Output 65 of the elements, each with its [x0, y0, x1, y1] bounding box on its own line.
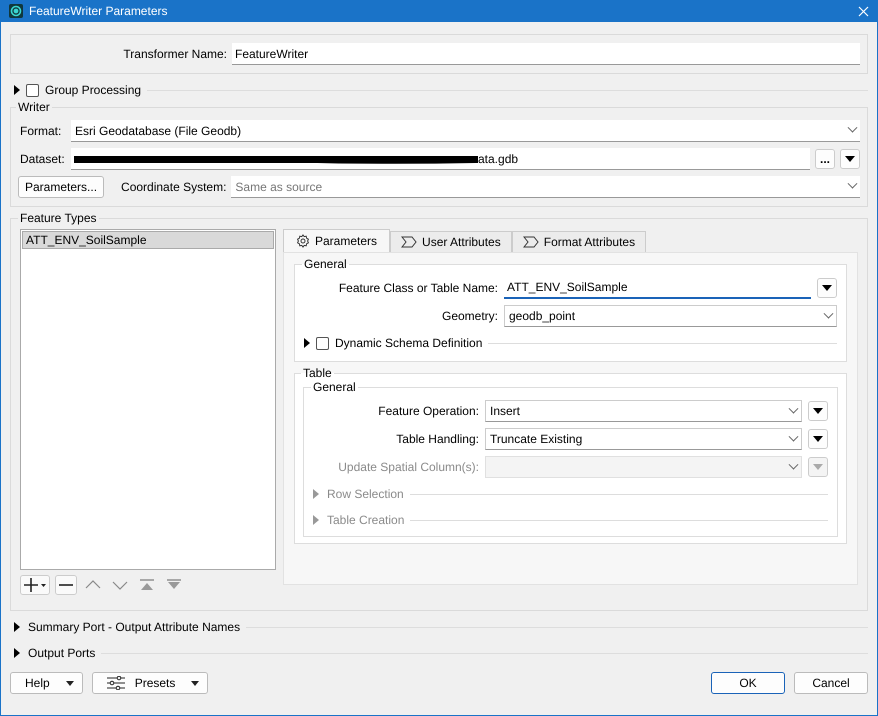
remove-button[interactable]: [55, 575, 77, 595]
expand-arrow-icon[interactable]: [14, 648, 20, 658]
checkbox[interactable]: [26, 84, 39, 96]
caret-icon: [191, 680, 200, 686]
field-label: Geometry:: [440, 309, 498, 323]
field-label: Format:: [20, 124, 62, 138]
section-label: Summary Port - Output Attribute Names: [28, 620, 240, 634]
section-label: Group Processing: [45, 83, 142, 97]
caret-icon: [813, 464, 823, 470]
browse-button[interactable]: ...: [815, 149, 835, 169]
plus-icon: [23, 578, 47, 592]
tab[interactable]: User Attributes: [390, 231, 512, 252]
group-title: Writer: [17, 100, 51, 114]
group-title: General: [303, 257, 348, 271]
format-dropdown[interactable]: Esri Geodatabase (File Geodb): [71, 120, 860, 142]
expand-arrow-icon[interactable]: [304, 338, 310, 348]
add-button[interactable]: [20, 575, 50, 595]
dropdown[interactable]: Truncate Existing: [485, 428, 802, 450]
dropdown[interactable]: Insert: [485, 400, 802, 422]
caret-icon: [845, 156, 855, 162]
transformer-name-field[interactable]: FeatureWriter: [232, 43, 860, 65]
expand-arrow-icon[interactable]: [14, 622, 20, 632]
ok-button[interactable]: OK: [711, 672, 785, 694]
tab[interactable]: Parameters: [283, 229, 390, 252]
group-title: Feature Types: [19, 211, 98, 225]
parameters-button[interactable]: Parameters...: [18, 176, 104, 198]
checkbox[interactable]: [316, 336, 329, 350]
field-label: Feature Class or Table Name:: [338, 281, 498, 295]
caret-icon: [66, 680, 74, 686]
sliders-icon: [106, 676, 125, 690]
section-label: Dynamic Schema Definition: [335, 336, 482, 350]
list-item[interactable]: ATT_ENV_SoilSample: [22, 231, 274, 249]
group-title: General: [312, 380, 357, 394]
expand-arrow-icon[interactable]: [14, 85, 20, 95]
menu-button[interactable]: [808, 401, 828, 421]
field-label: Table Handling:: [395, 432, 479, 446]
field-label: Update Spatial Column(s):: [337, 460, 479, 474]
menu-button[interactable]: [817, 278, 837, 298]
group-title: Table: [302, 366, 333, 380]
tab[interactable]: Format Attributes: [512, 231, 646, 252]
gear-icon: [296, 234, 310, 248]
dropdown[interactable]: geodb_point: [504, 305, 837, 327]
sigma-icon: [401, 236, 418, 248]
menu-button[interactable]: [840, 149, 860, 169]
section-label: Row Selection: [327, 487, 404, 501]
coordinate-system-dropdown[interactable]: Same as source: [231, 176, 860, 198]
cancel-button[interactable]: Cancel: [794, 672, 868, 694]
caret-icon: [813, 436, 823, 442]
menu-button[interactable]: Help: [10, 672, 83, 694]
field-label: Dataset:: [20, 152, 66, 166]
field-label: Coordinate System:: [121, 180, 226, 194]
caret-icon: [822, 285, 832, 291]
move-top-icon: [139, 578, 155, 592]
caret-icon: [813, 408, 823, 414]
field-label: Transformer Name:: [122, 47, 227, 61]
close-icon[interactable]: [858, 6, 869, 16]
menu-button[interactable]: [808, 429, 828, 449]
dataset-field[interactable]: ata.gdb: [71, 148, 810, 170]
menu-button[interactable]: Presets: [92, 672, 208, 694]
section-label: Table Creation: [327, 513, 404, 527]
app-icon: [9, 4, 23, 18]
section-label: Output Ports: [28, 646, 96, 660]
field-label: Feature Operation:: [377, 404, 479, 418]
sigma-icon: [522, 236, 539, 248]
window-title: FeatureWriter Parameters: [29, 4, 168, 18]
